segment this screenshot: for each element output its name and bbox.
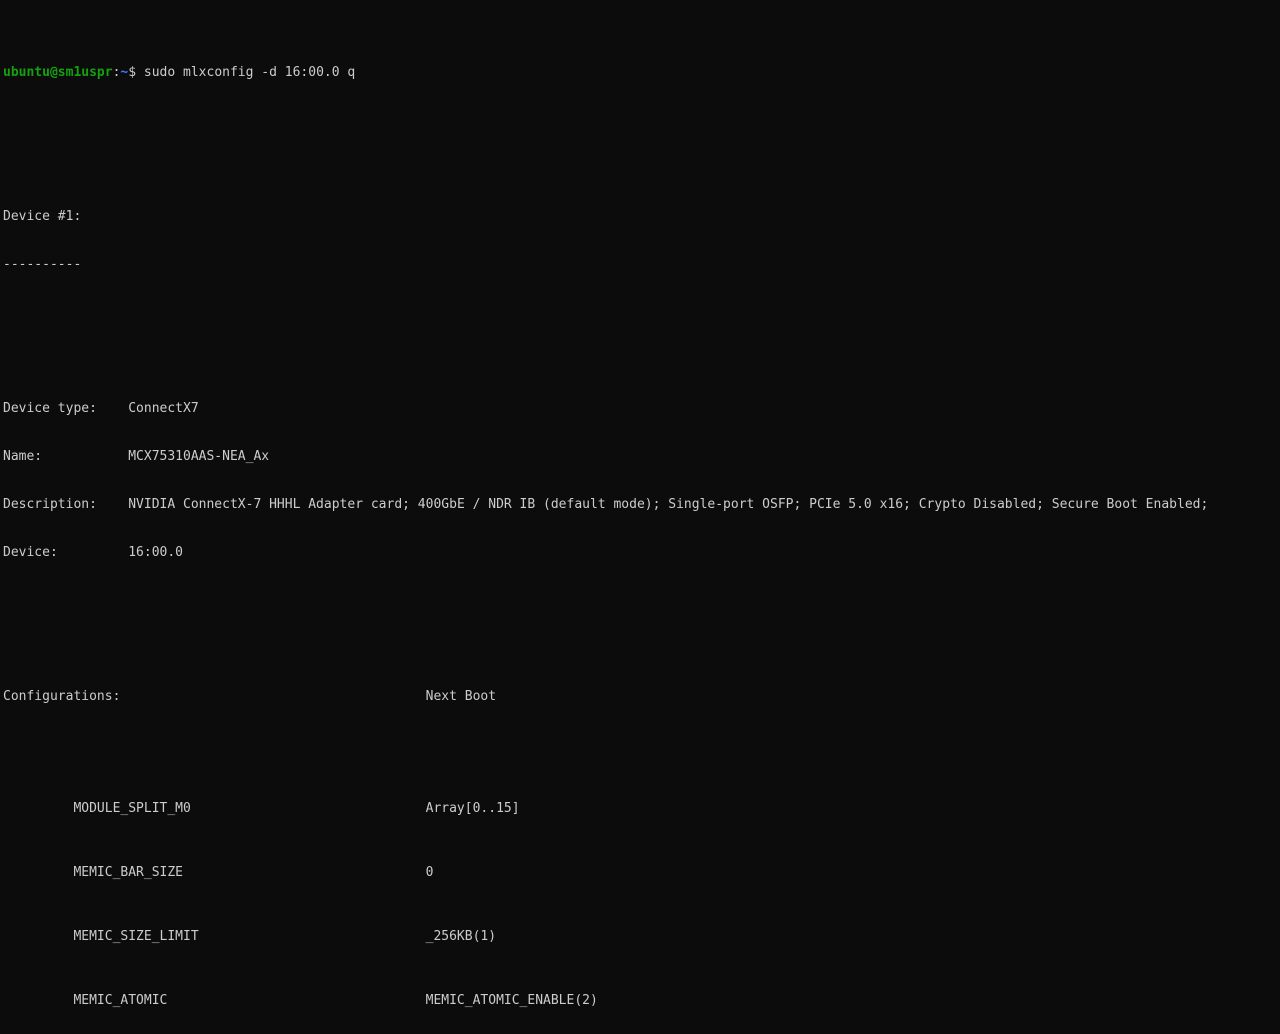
configurations-header: Configurations:Next Boot — [3, 689, 1280, 705]
device-info-row: Device:16:00.0 — [3, 545, 1280, 561]
terminal-window[interactable]: ubuntu@sm1uspr:~$ sudo mlxconfig -d 16:0… — [0, 0, 1280, 1034]
config-name: MODULE_SPLIT_M0 — [73, 801, 425, 817]
device-info-label: Name: — [3, 449, 128, 465]
config-rows: MODULE_SPLIT_M0Array[0..15] MEMIC_BAR_SI… — [3, 769, 1280, 1034]
configurations-title: Configurations: — [3, 689, 426, 705]
device-info-label: Description: — [3, 497, 128, 513]
blank-line — [3, 609, 1280, 625]
prompt-user-host: ubuntu@sm1uspr — [3, 65, 113, 80]
config-row: MEMIC_BAR_SIZE0 — [3, 865, 1280, 881]
prompt-line: ubuntu@sm1uspr:~$ sudo mlxconfig -d 16:0… — [3, 65, 1280, 81]
config-name: MEMIC_ATOMIC — [73, 993, 425, 1009]
device-info-row: Description:NVIDIA ConnectX-7 HHHL Adapt… — [3, 497, 1280, 513]
device-header: Device #1: — [3, 209, 1280, 225]
config-row: MODULE_SPLIT_M0Array[0..15] — [3, 801, 1280, 817]
config-row: MEMIC_ATOMICMEMIC_ATOMIC_ENABLE(2) — [3, 993, 1280, 1009]
prompt-dollar: $ — [128, 65, 144, 80]
device-info-value: NVIDIA ConnectX-7 HHHL Adapter card; 400… — [128, 497, 1208, 512]
config-value: Array[0..15] — [426, 801, 520, 816]
blank-line — [3, 321, 1280, 337]
device-header-underline: ---------- — [3, 257, 1280, 273]
device-info-label: Device type: — [3, 401, 128, 417]
config-row: MEMIC_SIZE_LIMIT_256KB(1) — [3, 929, 1280, 945]
config-name: MEMIC_BAR_SIZE — [73, 865, 425, 881]
config-name: MEMIC_SIZE_LIMIT — [73, 929, 425, 945]
next-boot-column-header: Next Boot — [426, 689, 496, 704]
blank-line — [3, 129, 1280, 145]
command-text: sudo mlxconfig -d 16:00.0 q — [144, 65, 355, 80]
device-info-row: Device type:ConnectX7 — [3, 401, 1280, 417]
config-value: 0 — [426, 865, 434, 880]
config-value: _256KB(1) — [426, 929, 496, 944]
device-info-label: Device: — [3, 545, 128, 561]
device-info-value: 16:00.0 — [128, 545, 183, 560]
config-value: MEMIC_ATOMIC_ENABLE(2) — [426, 993, 598, 1008]
device-info-row: Name:MCX75310AAS-NEA_Ax — [3, 449, 1280, 465]
device-info-value: ConnectX7 — [128, 401, 198, 416]
device-info-value: MCX75310AAS-NEA_Ax — [128, 449, 269, 464]
